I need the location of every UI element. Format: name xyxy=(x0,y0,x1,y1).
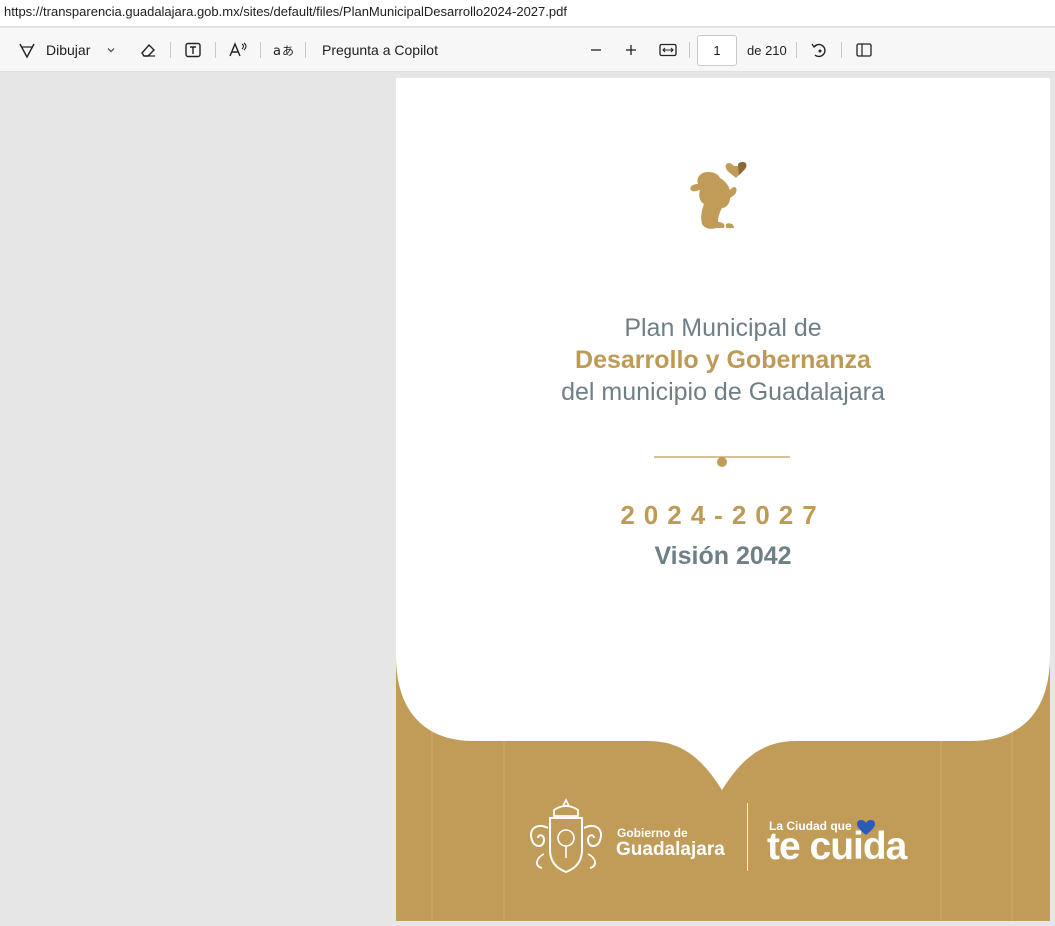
page-number-input[interactable]: 1 xyxy=(697,35,737,66)
url-text: https://transparencia.guadalajara.gob.mx… xyxy=(4,4,567,19)
copilot-label: Pregunta a Copilot xyxy=(322,42,438,58)
eraser-icon xyxy=(137,39,159,61)
divider-ornament xyxy=(654,456,790,467)
fit-width-button[interactable] xyxy=(657,28,679,72)
translate-icon: aあ xyxy=(272,39,294,61)
read-aloud-button[interactable] xyxy=(227,28,249,72)
title-line-1: Plan Municipal de xyxy=(624,314,822,342)
toolbar-divider xyxy=(215,42,216,58)
zoom-out-button[interactable] xyxy=(585,28,607,72)
title-line-3: del municipio de Guadalajara xyxy=(561,378,885,406)
draw-label: Dibujar xyxy=(46,42,91,58)
toolbar-divider xyxy=(841,42,842,58)
toolbar-divider xyxy=(796,42,797,58)
rotate-button[interactable] xyxy=(808,28,830,72)
gov-label-line-2: Guadalajara xyxy=(616,839,725,860)
read-aloud-icon xyxy=(227,39,249,61)
title-line-2: Desarrollo y Gobernanza xyxy=(575,346,871,374)
draw-icon xyxy=(16,39,38,61)
toolbar-divider xyxy=(260,42,261,58)
slogan-line-2: te cuida xyxy=(767,825,907,868)
text-box-icon xyxy=(182,39,204,61)
address-bar[interactable]: https://transparencia.guadalajara.gob.mx… xyxy=(0,0,1055,27)
guadalajara-coat-of-arms-icon xyxy=(530,798,602,874)
pdf-toolbar: Dibujar aあ Pregunta a Copilot 1 de 210 xyxy=(0,28,1055,72)
page-view-icon xyxy=(853,39,875,61)
toolbar-divider xyxy=(170,42,171,58)
toolbar-divider xyxy=(689,42,690,58)
draw-button[interactable]: Dibujar xyxy=(16,28,122,72)
svg-text:あ: あ xyxy=(282,44,294,58)
footer-divider xyxy=(747,803,748,871)
erase-button[interactable] xyxy=(137,28,159,72)
copilot-button[interactable]: Pregunta a Copilot xyxy=(322,28,438,72)
page-view-button[interactable] xyxy=(853,28,875,72)
translate-button[interactable]: aあ xyxy=(272,28,294,72)
vision-label: Visión 2042 xyxy=(654,542,792,570)
chevron-down-icon[interactable] xyxy=(100,39,122,61)
years-label: 2024-2027 xyxy=(620,500,826,530)
gov-label-line-1: Gobierno de xyxy=(617,826,688,840)
toolbar-divider xyxy=(305,42,306,58)
zoom-in-button[interactable] xyxy=(620,28,642,72)
fit-width-icon xyxy=(657,39,679,61)
rotate-icon xyxy=(808,39,830,61)
plus-icon xyxy=(620,39,642,61)
svg-text:a: a xyxy=(273,44,281,59)
pdf-page: Plan Municipal de Desarrollo y Gobernanz… xyxy=(396,78,1050,921)
text-box-button[interactable] xyxy=(182,28,204,72)
page-total: de 210 xyxy=(747,42,787,58)
minus-icon xyxy=(585,39,607,61)
lion-logo-icon xyxy=(690,161,747,229)
